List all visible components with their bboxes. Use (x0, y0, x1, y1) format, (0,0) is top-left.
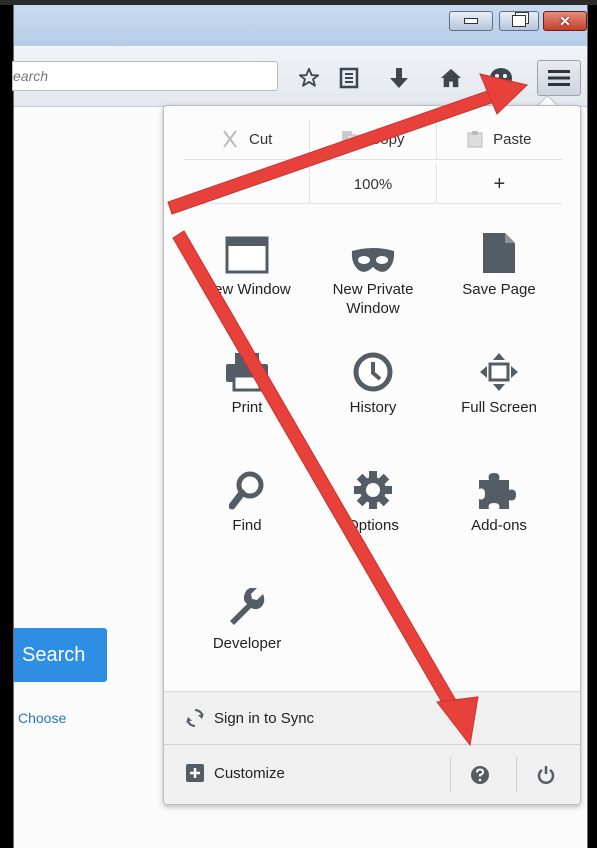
zoom-reset-button[interactable]: 100% (309, 165, 435, 203)
cut-button[interactable]: Cut (184, 119, 309, 159)
edit-controls: Cut Copy Paste (184, 119, 562, 160)
bookmarks-list-icon[interactable] (336, 65, 362, 91)
developer-label: Developer (212, 635, 282, 652)
paste-label: Paste (493, 130, 532, 148)
bookmark-star-icon[interactable] (296, 65, 322, 91)
close-icon: ✕ (559, 12, 571, 29)
history-label: History (349, 399, 397, 416)
search-placeholder: earch (13, 68, 49, 84)
help-icon (471, 766, 489, 784)
customize-button[interactable]: Customize (186, 764, 285, 782)
mask-icon (351, 248, 395, 272)
close-button[interactable]: ✕ (543, 11, 587, 31)
power-icon (537, 766, 555, 784)
restore-icon (512, 15, 526, 27)
zoom-out-button[interactable]: − (184, 165, 309, 203)
save-page-label: Save Page (462, 281, 536, 298)
smiley-icon[interactable] (488, 65, 514, 91)
gear-icon (354, 471, 392, 509)
print-item[interactable]: Print (184, 340, 310, 417)
sign-in-sync-button[interactable]: Sign in to Sync (164, 691, 580, 744)
clock-icon (353, 352, 393, 392)
new-private-window-label: New Private Window (332, 281, 414, 317)
zoom-controls: − 100% + (184, 165, 562, 204)
page-icon (483, 233, 515, 273)
options-label: Options (347, 517, 399, 534)
search-input[interactable]: earch (12, 61, 278, 91)
scissors-icon (223, 130, 237, 148)
restore-button[interactable] (499, 11, 539, 31)
zoom-in-button[interactable]: + (435, 165, 562, 203)
menu-panel: Cut Copy Paste − 100% + New Window New P… (163, 105, 581, 805)
home-icon[interactable] (438, 65, 464, 91)
window-icon (225, 236, 269, 274)
full-screen-item[interactable]: Full Screen (436, 340, 562, 417)
cut-label: Cut (248, 130, 273, 148)
open-menu-button[interactable] (537, 60, 581, 96)
find-item[interactable]: Find (184, 458, 310, 535)
minimize-icon (464, 18, 478, 24)
quit-button[interactable] (516, 757, 575, 793)
minimize-button[interactable] (449, 11, 493, 31)
new-window-label: New Window (203, 281, 291, 298)
clipboard-icon (467, 131, 483, 148)
paste-button[interactable]: Paste (435, 119, 562, 159)
copy-button[interactable]: Copy (309, 119, 435, 159)
printer-icon (226, 353, 268, 392)
title-bar: ✕ (14, 5, 587, 46)
navigation-toolbar: earch (12, 46, 587, 107)
find-label: Find (232, 517, 262, 534)
download-icon[interactable] (386, 65, 412, 91)
new-private-window-item[interactable]: New Private Window (310, 222, 436, 318)
help-button[interactable] (450, 757, 509, 793)
copy-icon (342, 131, 358, 148)
save-page-item[interactable]: Save Page (436, 222, 562, 299)
browser-window: ✕ earch Search Choose Cut Copy Paste − 1… (12, 5, 588, 848)
print-label: Print (231, 399, 263, 416)
add-ons-item[interactable]: Add-ons (436, 458, 562, 535)
sync-label: Sign in to Sync (214, 709, 315, 727)
fullscreen-icon (480, 353, 518, 391)
customize-label: Customize (214, 764, 285, 782)
menu-footer: Customize (164, 744, 580, 804)
plus-box-icon (186, 764, 204, 782)
options-item[interactable]: Options (310, 458, 436, 535)
page-search-button[interactable]: Search (14, 628, 107, 682)
add-ons-label: Add-ons (471, 517, 527, 534)
full-screen-label: Full Screen (461, 399, 537, 416)
wrench-icon (230, 588, 265, 625)
new-window-item[interactable]: New Window (184, 222, 310, 299)
magnifier-icon (229, 471, 264, 510)
history-item[interactable]: History (310, 340, 436, 417)
hamburger-icon (548, 70, 570, 86)
choose-link[interactable]: Choose (18, 710, 66, 726)
puzzle-icon (479, 473, 516, 509)
sync-icon (186, 709, 204, 727)
copy-label: Copy (369, 130, 405, 148)
developer-item[interactable]: Developer (184, 576, 310, 653)
